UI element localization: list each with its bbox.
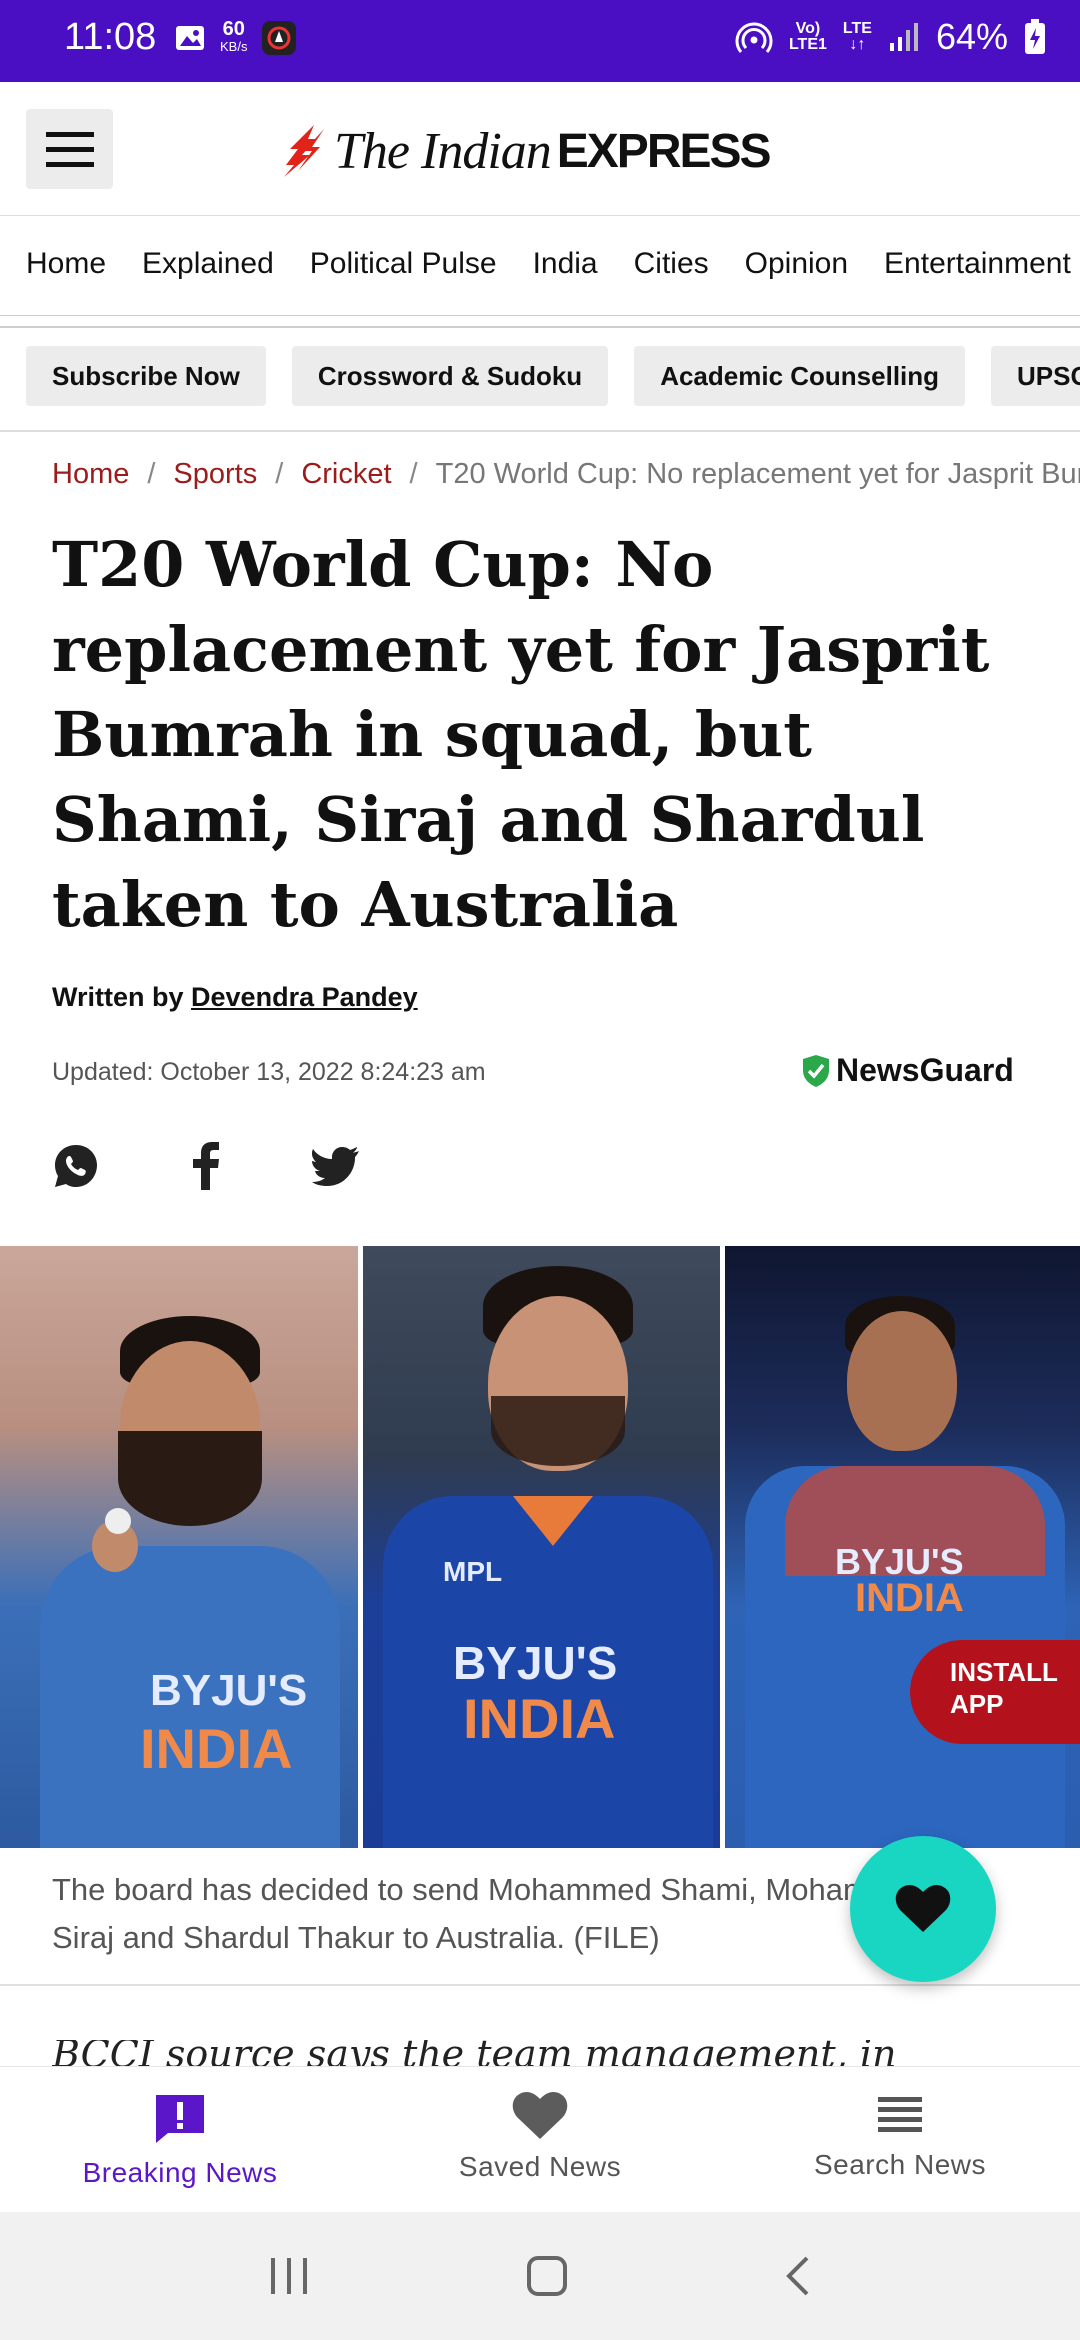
article-excerpt: BCCI source says the team management, in… <box>52 2040 897 2066</box>
recent-apps-icon[interactable] <box>267 2256 311 2296</box>
breadcrumb-sports[interactable]: Sports <box>173 458 257 490</box>
status-bar: 11:08 60 KB/s Vo) LTE1 LTE ↓↑ 64% <box>0 0 1080 82</box>
tab-saved-news[interactable]: Saved News <box>360 2067 720 2212</box>
lte-indicator: LTE ↓↑ <box>842 20 872 53</box>
status-time: 11:08 <box>64 16 157 58</box>
heart-icon <box>512 2091 568 2139</box>
facebook-share-button[interactable] <box>182 1142 230 1190</box>
install-app-button[interactable]: INSTALL APP <box>910 1640 1080 1744</box>
twitter-icon <box>312 1147 359 1186</box>
divider <box>0 1984 1080 1986</box>
breadcrumb-cricket[interactable]: Cricket <box>301 458 391 490</box>
divider <box>0 430 1080 432</box>
facebook-icon <box>193 1142 219 1190</box>
app-notification-icon <box>262 21 297 55</box>
breadcrumb-current: T20 World Cup: No replacement yet for Ja… <box>435 458 1080 490</box>
save-article-button[interactable] <box>850 1836 996 1982</box>
tab-search-news[interactable]: Search News <box>720 2067 1080 2212</box>
site-header: The Indian EXPRESS <box>0 82 1080 216</box>
network-speed: 60 KB/s <box>220 18 248 54</box>
breaking-news-icon <box>156 2095 204 2143</box>
system-navigation-bar <box>0 2212 1080 2340</box>
whatsapp-share-button[interactable] <box>52 1142 100 1190</box>
share-bar <box>52 1142 360 1190</box>
article-hero-image[interactable]: BYJU'S INDIA MPL BYJU'S INDIA BYJU'S IND… <box>0 1246 1080 1848</box>
shield-check-icon <box>803 1054 829 1087</box>
quick-links: Subscribe Now Crossword & Sudoku Academic … <box>0 346 1080 410</box>
twitter-share-button[interactable] <box>312 1142 360 1190</box>
newsguard-badge[interactable]: NewsGuard <box>802 1052 1014 1089</box>
updated-timestamp: Updated: October 13, 2022 8:24:23 am <box>52 1058 486 1086</box>
category-nav: Home Explained Political Pulse India Cities O… <box>0 216 1080 316</box>
nav-item-home[interactable]: Home <box>26 216 106 312</box>
nav-item-political-pulse[interactable]: Political Pulse <box>310 216 497 312</box>
bottom-nav: Breaking News Saved News Search News <box>0 2066 1080 2212</box>
hotspot-icon <box>735 22 773 53</box>
upsc-button[interactable]: UPSC <box>991 346 1080 406</box>
article-headline: T20 World Cup: No replacement yet for Ja… <box>52 528 990 941</box>
heart-icon <box>895 1884 951 1932</box>
crossword-sudoku-button[interactable]: Crossword & Sudoku <box>291 346 609 406</box>
home-icon[interactable] <box>525 2254 569 2298</box>
nav-item-explained[interactable]: Explained <box>142 216 274 312</box>
nav-item-entertainment[interactable]: Entertainment <box>884 216 1071 312</box>
whatsapp-icon <box>55 1145 97 1187</box>
image-caption: The board has decided to send Mohammed S… <box>52 1872 930 1955</box>
nav-item-opinion[interactable]: Opinion <box>745 216 848 312</box>
player-photo-siraj: MPL BYJU'S INDIA <box>358 1246 720 1848</box>
site-logo[interactable]: The Indian EXPRESS <box>284 116 772 186</box>
author-link[interactable]: Devendra Pandey <box>191 982 418 1012</box>
divider <box>0 326 1080 328</box>
gallery-icon <box>176 26 204 50</box>
player-photo-shardul: BYJU'S INDIA <box>720 1246 1080 1848</box>
hamburger-menu-button[interactable] <box>26 109 113 189</box>
breadcrumb-home[interactable]: Home <box>52 458 129 490</box>
byline: Written by Devendra Pandey <box>52 982 418 1012</box>
battery-percent: 64% <box>935 16 1008 57</box>
battery-charging-icon <box>1025 19 1045 54</box>
signal-icon <box>889 23 918 51</box>
express-logo-icon <box>284 125 324 177</box>
volte-indicator: Vo) LTE1 <box>788 20 827 53</box>
back-icon[interactable] <box>783 2254 813 2298</box>
player-photo-shami: BYJU'S INDIA <box>0 1246 358 1848</box>
academic-counselling-button[interactable]: Academic Counselling <box>634 346 966 406</box>
subscribe-now-button[interactable]: Subscribe Now <box>26 346 266 406</box>
nav-item-india[interactable]: India <box>533 216 598 312</box>
nav-item-cities[interactable]: Cities <box>634 216 709 312</box>
breadcrumb: Home / Sports / Cricket / T20 World Cup: No re… <box>52 458 1080 491</box>
list-icon <box>878 2097 922 2132</box>
tab-breaking-news[interactable]: Breaking News <box>0 2067 360 2212</box>
